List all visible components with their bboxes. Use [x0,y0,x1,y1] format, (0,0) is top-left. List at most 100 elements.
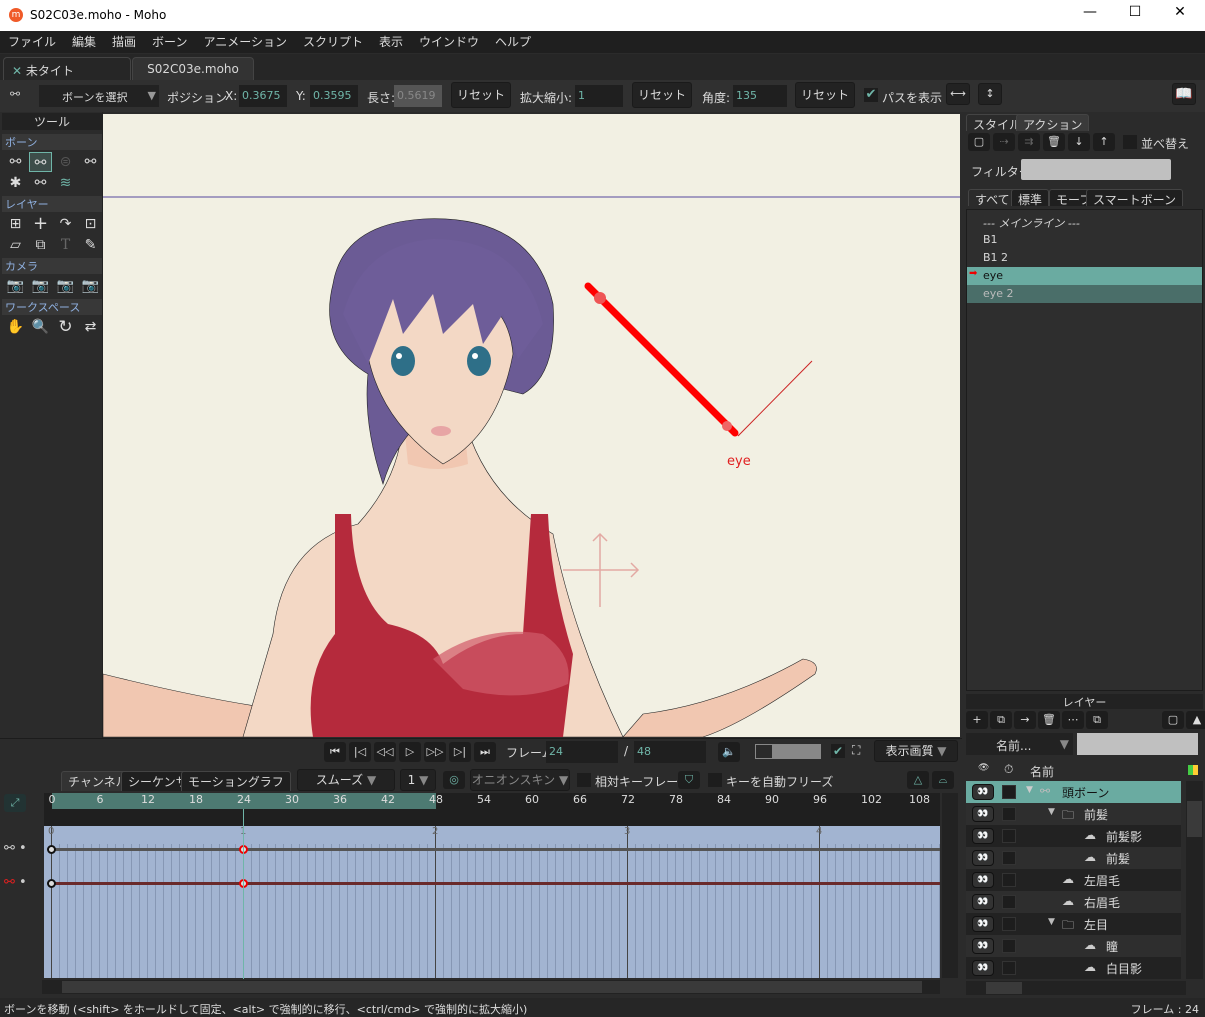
onion-skin-dropdown[interactable]: オニオンスキン ▼ [470,769,570,791]
action-mainline[interactable]: --- メインライン --- [967,213,1202,231]
text-tool-icon[interactable]: T [54,235,77,255]
y-field[interactable]: 0.3595 [310,85,358,107]
timeline-zoom-icon[interactable]: ⌓ [932,771,954,789]
layer-row[interactable]: 👀 ☁ 前髪影 [966,825,1181,847]
relative-keys-checkbox[interactable] [577,773,591,787]
view-layout-icons[interactable] [755,744,821,759]
eyedropper-icon[interactable]: ✎ [79,235,102,255]
close-tab-icon[interactable]: ✕ [12,64,22,78]
playhead[interactable] [243,809,244,979]
layer-row[interactable]: 👀 ☁ 右眉毛 [966,891,1181,913]
subtab-all[interactable]: すべて [968,189,1017,207]
layer-row[interactable]: 👀 ☁ 瞳 [966,935,1181,957]
translate-layer-icon[interactable]: + [29,214,52,234]
layer-checkbox[interactable] [1002,917,1016,931]
action-item-active[interactable]: ➡ eye [967,267,1202,285]
menu-window[interactable]: ウインドウ [419,31,479,53]
channel-area[interactable]: 01234 [44,826,940,978]
canvas-viewport[interactable]: eye [103,114,960,737]
volume-icon[interactable]: 🔈 [718,742,740,762]
rotate-workspace-icon[interactable]: ↻ [54,317,77,337]
layer-checkbox[interactable] [1002,785,1016,799]
layer-row[interactable]: 👀 ☁ 前髪 [966,847,1181,869]
more-icon[interactable]: ⋯ [1062,711,1084,729]
frame-ruler[interactable]: 0 6 12 18 24 30 36 42 48 54 60 66 72 78 84 90 96 102 108 [44,793,940,809]
insert-action-icon[interactable]: ⇉ [1018,133,1040,151]
step-dropdown[interactable]: 1 ▼ [400,769,436,791]
show-path-checkbox[interactable]: ✔ [864,88,878,102]
keyframe[interactable] [47,845,56,854]
manipulate-bones-icon[interactable]: ✱ [4,173,27,193]
layer-action-icon[interactable]: ▢ [1162,711,1184,729]
track-camera-icon[interactable]: 📷 [4,276,27,296]
expand-triangle-icon[interactable]: ▼ [1048,807,1055,817]
menu-help[interactable]: ヘルプ [495,31,531,53]
menu-file[interactable]: ファイル [8,31,56,53]
move-up-icon[interactable]: ↑ [1093,133,1115,151]
menu-edit[interactable]: 編集 [72,31,96,53]
layer-row[interactable]: 👀 ▼ 🗀 前髪 [966,803,1181,825]
forward-end-icon[interactable]: ⏭ [474,742,496,762]
layer-checkbox[interactable] [1002,939,1016,953]
expand-triangle-icon[interactable]: ▼ [1026,785,1033,795]
angle-field[interactable]: 135 [733,85,787,107]
bone-width-icon[interactable]: ⟷ [946,83,970,105]
layer-row[interactable]: 👀 ☁ 白目影 [966,957,1181,979]
frame-bounds-icon[interactable]: ⛶ [852,743,860,758]
mode-dropdown[interactable]: ボーンを選択 ▼ [39,85,159,107]
reset-scale-button[interactable]: リセット [632,82,692,108]
maximize-button[interactable]: ☐ [1115,4,1155,26]
tab-actions[interactable]: アクション [1016,114,1090,132]
move-down-icon[interactable]: ↓ [1068,133,1090,151]
scale-field[interactable]: 1 [575,85,623,107]
visibility-eye-icon[interactable]: 👀 [972,916,994,932]
menu-draw[interactable]: 描画 [112,31,136,53]
layer-checkbox[interactable] [1002,851,1016,865]
duplicate-layer-icon[interactable]: ⧉ [990,711,1012,729]
menu-animation[interactable]: アニメーション [203,31,287,53]
shear-layer-icon[interactable]: ▱ [4,235,27,255]
tab-motion-graph[interactable]: モーショングラフ [181,771,291,791]
expand-triangle-icon[interactable]: ▼ [1048,917,1055,927]
total-frames-field[interactable]: 48 [634,741,706,763]
x-field[interactable]: 0.3675 [239,85,287,107]
rotate-layer-icon[interactable]: ↷ [54,214,77,234]
visibility-eye-icon[interactable]: 👀 [972,850,994,866]
layer-checkbox[interactable] [1002,873,1016,887]
doc-tab-untitled[interactable]: ✕ 未タイトル.moho [3,57,131,95]
action-item[interactable]: B1 2 [967,249,1202,267]
quality-dropdown[interactable]: 表示画質 ▼ [874,740,958,762]
key-shield-icon[interactable]: ⛉ [678,771,700,789]
reset-position-button[interactable]: リセット [451,82,511,108]
bone-physics-icon[interactable]: ≋ [54,173,77,193]
delete-layer-icon[interactable]: 🗑 [1038,711,1060,729]
minimize-button[interactable]: — [1070,4,1110,26]
select-layer-icon[interactable]: ⧉ [29,235,52,255]
rewind-start-icon[interactable]: ⏮ [324,742,346,762]
auto-freeze-checkbox[interactable] [708,773,722,787]
hand-icon[interactable]: ✋ [4,317,27,337]
frame-field[interactable]: 24 [546,741,618,763]
scale-layer-icon[interactable]: ⊡ [79,214,102,234]
timeline-vscrollbar[interactable] [942,793,958,978]
step-forward-icon[interactable]: ▷▷ [424,742,446,762]
preview-checkbox[interactable]: ✔ [831,744,845,758]
close-button[interactable]: ✕ [1160,4,1200,26]
action-item[interactable]: B1 [967,231,1202,249]
visibility-eye-icon[interactable]: 👀 [972,784,994,800]
help-book-icon[interactable]: 📖 [1172,83,1196,105]
action-item-selected[interactable]: eye 2 [967,285,1202,303]
filter-input[interactable] [1021,159,1171,180]
timeline-hscrollbar[interactable] [42,980,940,994]
menu-bone[interactable]: ボーン [152,31,187,53]
layer-row[interactable]: 👀 ▼ 🗀 左目 [966,913,1181,935]
roll-camera-icon[interactable]: 📷 [54,276,77,296]
transform-bone-icon[interactable]: ⚯ [29,152,52,172]
subtab-standard[interactable]: 標準 [1011,189,1050,207]
layer-settings-icon[interactable]: ⧉ [1086,711,1108,729]
scrollbar-thumb[interactable] [986,982,1022,994]
visibility-eye-icon[interactable]: 👀 [972,894,994,910]
next-key-icon[interactable]: ▷| [449,742,471,762]
new-action-icon[interactable]: ▢ [968,133,990,151]
move-layer-icon[interactable]: → [1014,711,1036,729]
